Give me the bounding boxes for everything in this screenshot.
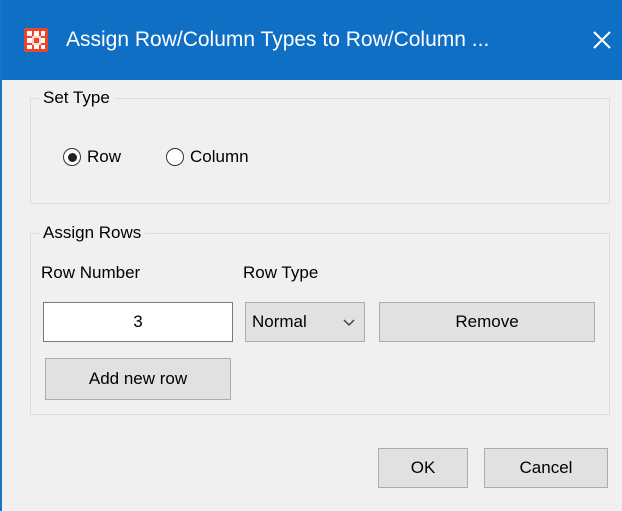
set-type-group: Set Type Row Column [30, 87, 610, 204]
radio-selected-dot [67, 152, 77, 162]
cancel-button[interactable]: Cancel [484, 448, 608, 488]
assign-rows-group: Assign Rows Row Number Row Type 3 Normal… [30, 222, 610, 415]
row-number-label: Row Number [41, 263, 141, 282]
row-type-value: Normal [252, 312, 307, 331]
set-type-legend: Set Type [39, 87, 114, 109]
radio-row[interactable]: Row [63, 147, 121, 167]
chevron-down-icon [343, 319, 355, 327]
radio-column[interactable]: Column [166, 147, 249, 167]
row-type-label: Row Type [243, 263, 319, 282]
radio-row-label: Row [87, 147, 122, 166]
app-grid-icon [24, 28, 48, 52]
radio-column-button[interactable] [166, 148, 184, 166]
radio-column-label: Column [190, 147, 249, 166]
title-bar[interactable]: Assign Row/Column Types to Row/Column ..… [2, 0, 622, 80]
dialog-window: Assign Row/Column Types to Row/Column ..… [0, 0, 622, 511]
remove-button[interactable]: Remove [379, 302, 595, 342]
dialog-body: Set Type Row Column Assign Rows Row Numb… [2, 80, 622, 511]
close-icon [593, 31, 611, 49]
radio-row-button[interactable] [63, 148, 81, 166]
row-type-select[interactable]: Normal [245, 302, 365, 342]
ok-button[interactable]: OK [378, 448, 468, 488]
row-number-input[interactable]: 3 [43, 302, 233, 342]
add-new-row-button[interactable]: Add new row [45, 358, 231, 400]
assign-rows-legend: Assign Rows [39, 222, 146, 244]
close-button[interactable] [580, 16, 622, 64]
window-title: Assign Row/Column Types to Row/Column ..… [66, 28, 490, 51]
